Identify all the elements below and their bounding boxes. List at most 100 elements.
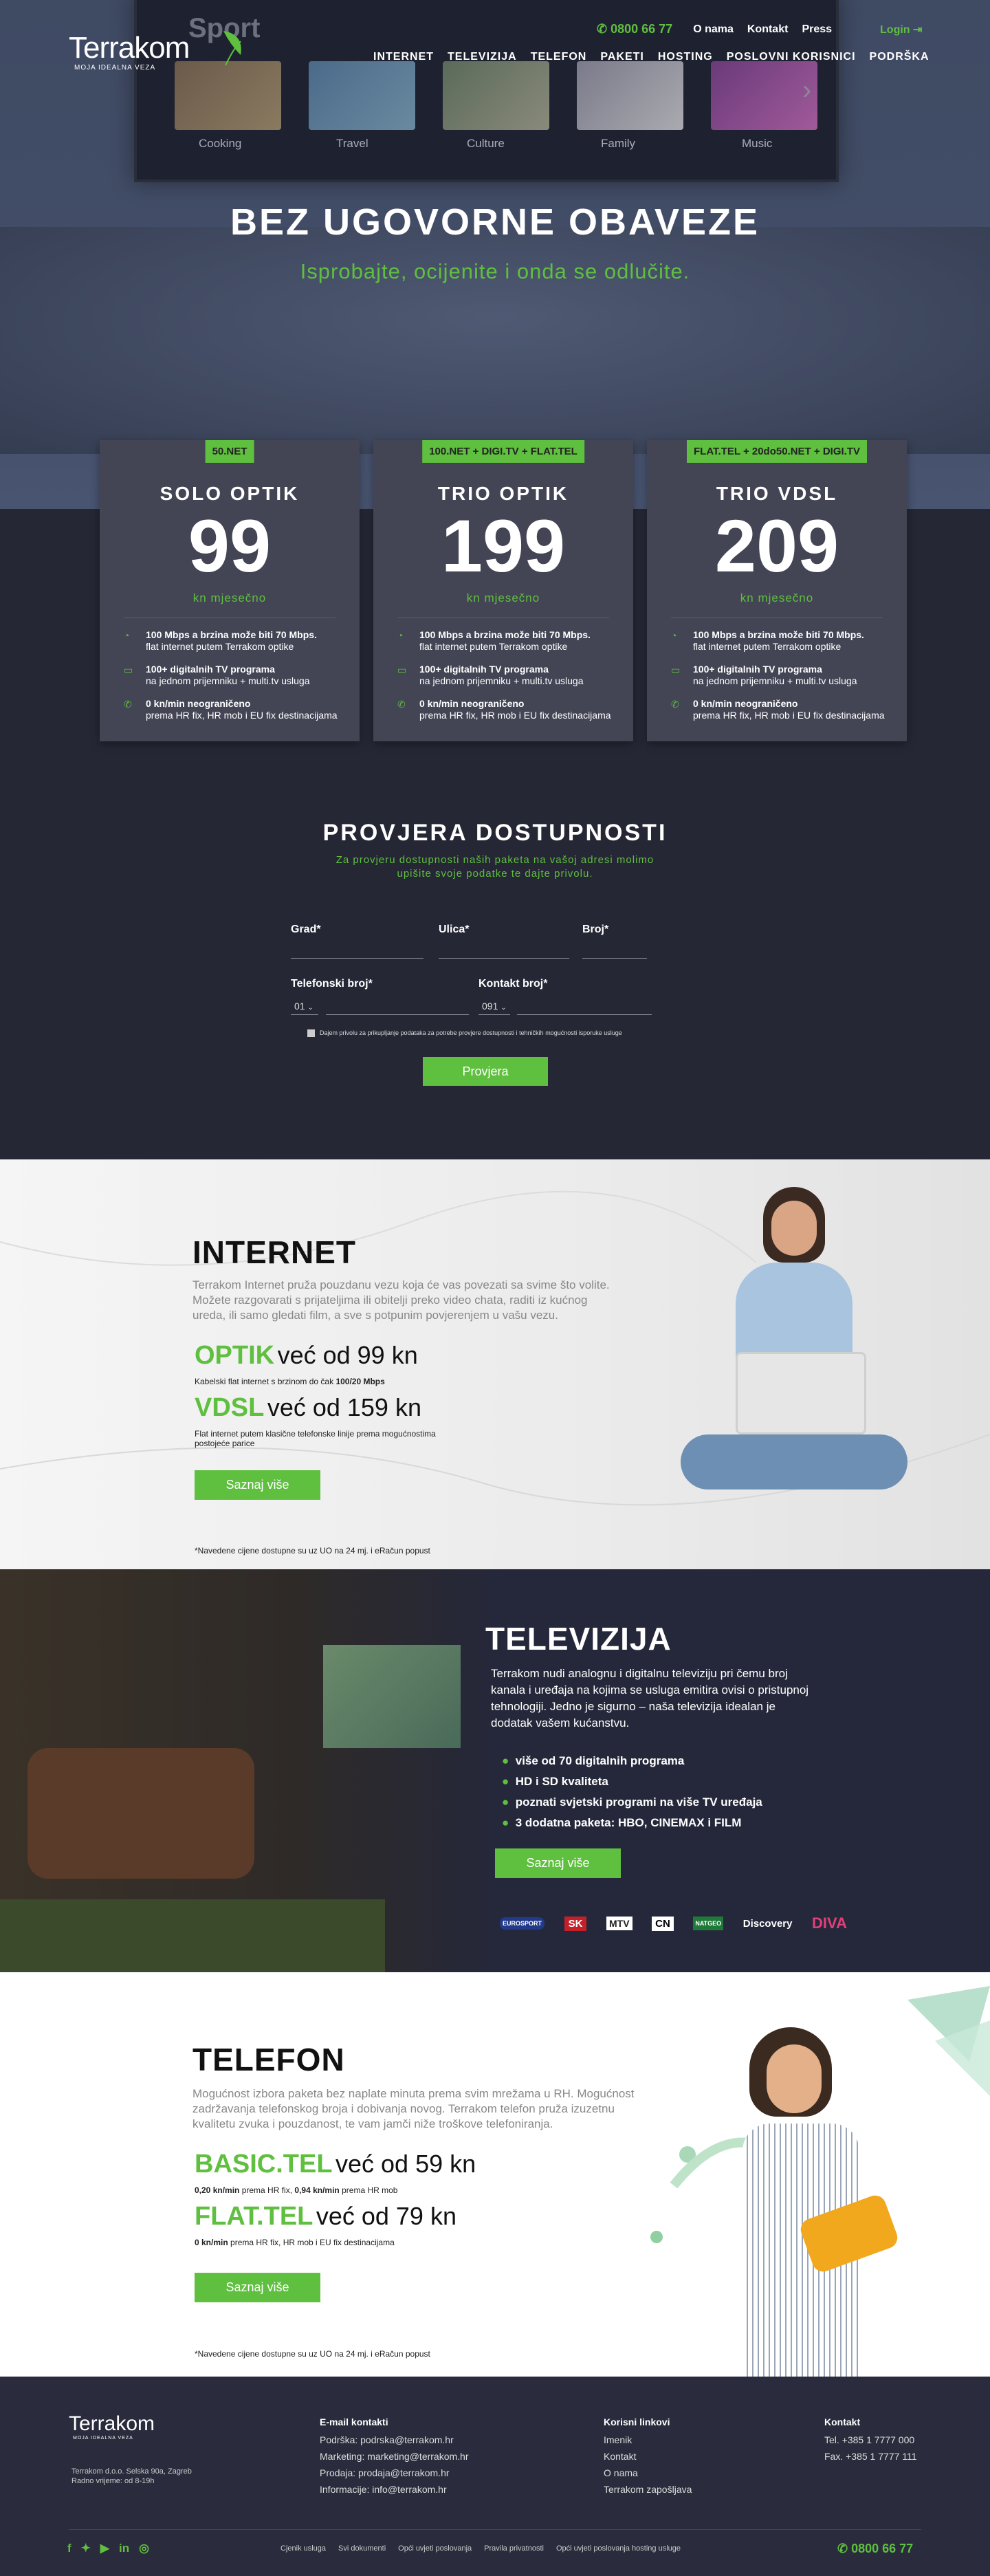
package-card[interactable]: 50.NET SOLO OPTIK 99 kn mjesečno ◔ 100 Mb…: [100, 440, 360, 741]
facebook-icon[interactable]: f: [67, 2542, 72, 2555]
email-marketing[interactable]: Marketing: marketing@terrakom.hr: [320, 2448, 469, 2465]
feature-title: 100 Mbps a brzina može biti 70 Mbps.: [419, 629, 591, 640]
nav-internet[interactable]: INTERNET: [373, 51, 434, 63]
offer-note-text: prema HR fix,: [239, 2185, 295, 2195]
grad-input[interactable]: [291, 958, 424, 959]
phone-icon: ✆: [671, 699, 679, 710]
package-card[interactable]: FLAT.TEL + 20do50.NET + DIGI.TV TRIO VDS…: [647, 440, 907, 741]
package-name: TRIO OPTIK: [437, 483, 569, 504]
feature-title: 0 kn/min neograničeno: [693, 698, 798, 709]
family-watching-tv-image: [0, 1569, 495, 1972]
footer-phone[interactable]: ✆ 0800 66 77: [837, 2542, 913, 2556]
feature-text: prema HR fix, HR mob i EU fix destinacij…: [146, 710, 338, 721]
footer: Terrakom MOJA IDEALNA VEZA Terrakom d.o.…: [0, 2377, 990, 2576]
link-dokumenti[interactable]: Svi dokumenti: [338, 2544, 386, 2553]
link-kontakt[interactable]: Kontakt: [604, 2448, 692, 2465]
twitter-icon[interactable]: ✦: [81, 2542, 91, 2555]
link-privatnost[interactable]: Pravila privatnosti: [484, 2544, 544, 2553]
package-price: 99: [188, 504, 272, 587]
natgeo-logo: NATGEO: [693, 1917, 724, 1930]
logo[interactable]: Terrakom MOJA IDEALNA VEZA: [69, 31, 241, 72]
telefon-prefix-value: 01: [294, 1001, 305, 1012]
grad-label: Grad*: [291, 924, 321, 935]
offer-note-bold: 0,20 kn/min: [195, 2185, 240, 2195]
tv-thumb-cooking: [175, 61, 281, 130]
ulica-label: Ulica*: [439, 924, 470, 935]
chevron-down-icon: ⌄: [500, 1004, 507, 1012]
availability-text: Za provjeru dostupnosti naših paketa na …: [336, 854, 654, 866]
internet-saznaj-button[interactable]: Saznaj više: [195, 1470, 320, 1500]
leaf-logo-icon: [223, 31, 241, 66]
link-o-nama[interactable]: O nama: [604, 2465, 692, 2481]
link-hosting-uvjeti[interactable]: Opći uvjeti poslovanja hosting usluge: [556, 2544, 681, 2553]
link-cjenik[interactable]: Cjenik usluga: [280, 2544, 326, 2553]
telefon-title: TELEFON: [192, 2042, 345, 2077]
provjera-button[interactable]: Provjera: [423, 1057, 548, 1086]
linkedin-icon[interactable]: in: [119, 2542, 129, 2555]
top-link-press[interactable]: Press: [802, 23, 832, 36]
package-name: TRIO VDSL: [716, 483, 838, 504]
login-label: Login: [880, 23, 910, 36]
footer-divider: [69, 2529, 921, 2530]
login-link[interactable]: Login ⇥: [880, 23, 922, 36]
telefon-offer-flat: FLAT.TEL već od 79 kn: [195, 2202, 456, 2231]
nav-hosting[interactable]: HOSTING: [658, 51, 713, 63]
tv-thumb-travel: [309, 61, 415, 130]
feature-text: flat internet putem Terrakom optike: [419, 641, 568, 652]
telefon-input[interactable]: [326, 1014, 469, 1015]
consent-checkbox[interactable]: [307, 1029, 315, 1037]
phone-link[interactable]: ✆ 0800 66 77: [597, 22, 672, 36]
email-prodaja[interactable]: Prodaja: prodaja@terrakom.hr: [320, 2465, 469, 2481]
ulica-input[interactable]: [439, 958, 569, 959]
telefon-prefix-select[interactable]: 01 ⌄: [294, 1001, 314, 1012]
instagram-icon[interactable]: ◎: [139, 2542, 149, 2555]
televizija-saznaj-button[interactable]: Saznaj više: [495, 1848, 621, 1878]
phone-icon: ✆: [124, 699, 132, 710]
nav-televizija[interactable]: TELEVIZIJA: [448, 51, 517, 63]
list-item: ● više od 70 digitalnih programa: [502, 1751, 762, 1771]
email-info[interactable]: Informacije: info@terrakom.hr: [320, 2481, 469, 2498]
tv-thumb-label: Cooking: [199, 137, 242, 150]
footer-logo[interactable]: Terrakom MOJA IDEALNA VEZA: [69, 2412, 155, 2441]
internet-text: Terrakom Internet pruža pouzdanu vezu ko…: [192, 1278, 610, 1291]
speed-icon: ◔: [671, 630, 677, 641]
availability-text: upišite svoje podatke te dajte privolu.: [397, 868, 593, 880]
footer-logo-tagline: MOJA IDEALNA VEZA: [73, 2436, 133, 2441]
tv-thumb-label: Family: [601, 137, 636, 150]
package-card[interactable]: 100.NET + DIGI.TV + FLAT.TEL TRIO OPTIK …: [373, 440, 633, 741]
kontakt-input[interactable]: [517, 1014, 652, 1015]
kontakt-prefix-select[interactable]: 091 ⌄: [482, 1001, 507, 1012]
bullet-text: 3 dodatna paketa: HBO, CINEMAX i FILM: [515, 1816, 742, 1829]
bullet-text: poznati svjetski programi na više TV ure…: [515, 1795, 762, 1809]
nav-podrska[interactable]: PODRŠKA: [870, 51, 930, 63]
top-link-kontakt[interactable]: Kontakt: [747, 23, 789, 36]
youtube-icon[interactable]: ▶: [100, 2542, 109, 2555]
package-period: kn mjesečno: [466, 591, 540, 604]
telefon-label: Telefonski broj*: [291, 978, 373, 990]
email-podrska[interactable]: Podrška: podrska@terrakom.hr: [320, 2432, 469, 2448]
feature-title: 100 Mbps a brzina može biti 70 Mbps.: [693, 629, 864, 640]
bullet-icon: ●: [502, 1754, 509, 1767]
link-zaposljava[interactable]: Terrakom zapošljava: [604, 2481, 692, 2498]
package-feature: ▭ 100+ digitalnih TV programa na jednom pr…: [397, 664, 617, 687]
nav-paketi[interactable]: PAKETI: [600, 51, 644, 63]
bullet-icon: ●: [502, 1775, 509, 1788]
contact-tel: Tel. +385 1 7777 000: [824, 2434, 915, 2445]
offer-note: postojeće parice: [195, 1439, 255, 1448]
nav-telefon[interactable]: TELEFON: [531, 51, 587, 63]
tv-thumb-culture: [443, 61, 549, 130]
link-opci-uvjeti[interactable]: Opći uvjeti poslovanja: [398, 2544, 472, 2553]
link-imenik[interactable]: Imenik: [604, 2432, 692, 2448]
mtv-logo: MTV: [606, 1917, 632, 1930]
internet-offer-vdsl: VDSL već od 159 kn: [195, 1393, 421, 1423]
televizija-text-line: Terrakom nudi analognu i digitalnu telev…: [491, 1667, 788, 1680]
nav-poslovni-korisnici[interactable]: POSLOVNI KORISNICI: [727, 51, 856, 63]
televizija-section: TELEVIZIJA Terrakom nudi analognu i digi…: [0, 1569, 990, 1972]
package-feature: ◔ 100 Mbps a brzina može biti 70 Mbps. fla…: [124, 629, 344, 653]
telefon-saznaj-button[interactable]: Saznaj više: [195, 2273, 320, 2302]
broj-input[interactable]: [582, 958, 647, 959]
top-link-o-nama[interactable]: O nama: [693, 23, 734, 36]
package-tag: 100.NET + DIGI.TV + FLAT.TEL: [422, 440, 584, 463]
package-feature: ▭ 100+ digitalnih TV programa na jednom pr…: [124, 664, 344, 687]
package-feature: ✆ 0 kn/min neograničeno prema HR fix, HR m…: [124, 698, 344, 721]
